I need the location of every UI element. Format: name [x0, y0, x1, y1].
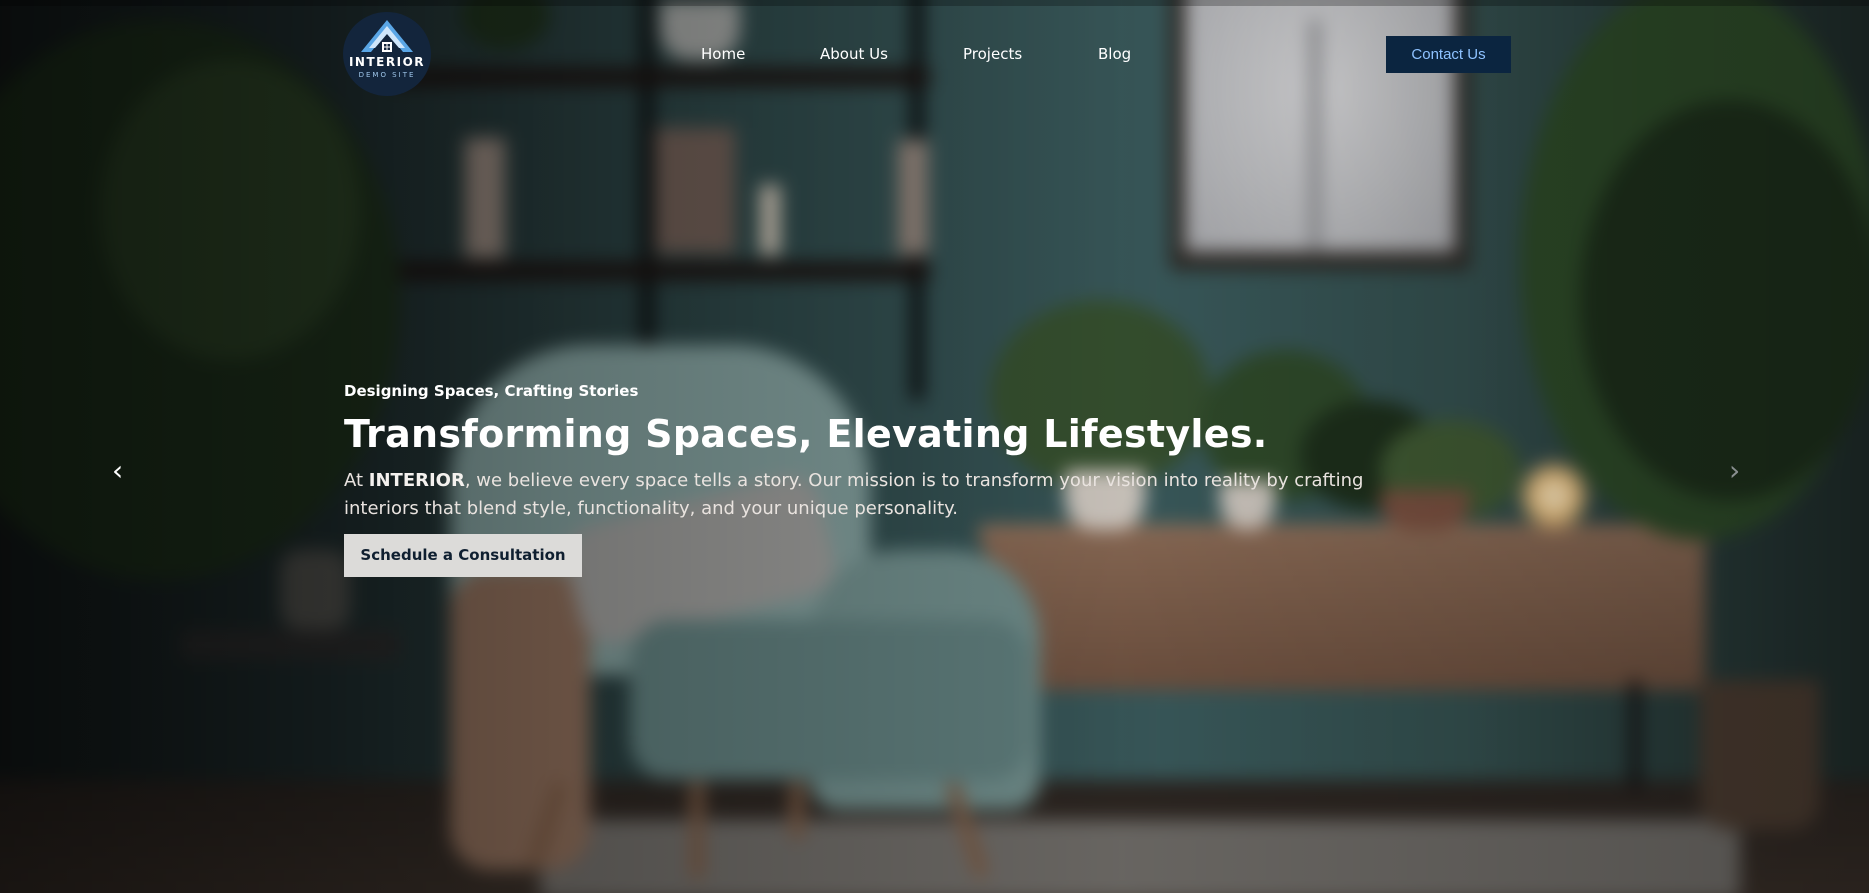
hero-description-text: , we believe every space tells a story. … [344, 470, 1364, 519]
hero-description-prefix: At [344, 470, 369, 491]
nav-link-blog[interactable]: Blog [1098, 45, 1131, 63]
logo-tagline: DEMO SITE [358, 71, 416, 79]
chevron-right-icon[interactable]: › [1729, 454, 1740, 487]
hero-description-brand: INTERIOR [368, 470, 465, 491]
nav-link-home[interactable]: Home [701, 45, 745, 63]
hero-headline: Transforming Spaces, Elevating Lifestyle… [344, 412, 1268, 456]
logo-brand-name: INTERIOR [348, 55, 426, 69]
chevron-left-icon[interactable]: ‹ [112, 454, 123, 487]
hero-eyebrow: Designing Spaces, Crafting Stories [344, 382, 639, 400]
hero-description: At INTERIOR, we believe every space tell… [344, 467, 1424, 523]
house-roof-logo-icon [361, 20, 413, 52]
nav-link-projects[interactable]: Projects [963, 45, 1022, 63]
schedule-consultation-button[interactable]: Schedule a Consultation [344, 534, 582, 577]
nav-link-about-us[interactable]: About Us [820, 45, 888, 63]
contact-us-button[interactable]: Contact Us [1386, 36, 1511, 73]
site-logo[interactable]: INTERIOR DEMO SITE [343, 12, 431, 96]
